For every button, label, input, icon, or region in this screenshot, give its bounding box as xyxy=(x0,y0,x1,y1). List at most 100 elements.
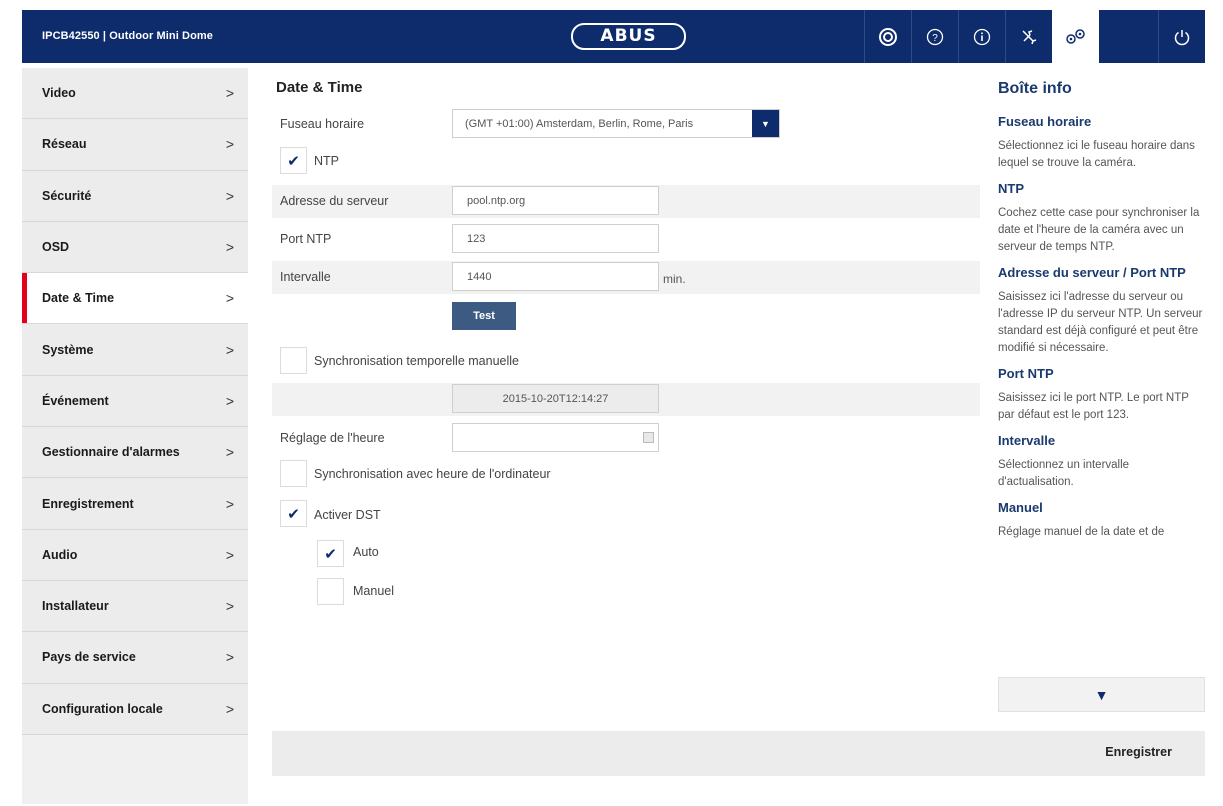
info-heading-interval: Intervalle xyxy=(998,433,1056,448)
ntp-checkbox[interactable]: ✔ xyxy=(280,147,307,174)
port-input[interactable]: 123 xyxy=(452,224,659,253)
dst-manual-label: Manuel xyxy=(353,584,394,598)
chevron-down-icon[interactable]: ▼ xyxy=(752,110,779,137)
save-button[interactable]: Enregistrer xyxy=(1105,745,1172,759)
port-label: Port NTP xyxy=(280,232,332,246)
sidebar-item-label: Video xyxy=(42,86,76,101)
info-title: Boîte info xyxy=(998,80,1072,97)
sidebar-item-label: Date & Time xyxy=(42,291,115,306)
info-heading-ntp: NTP xyxy=(998,181,1024,196)
sidebar-item-enregistrement[interactable]: Enregistrement > xyxy=(22,478,248,530)
info-text-manual: Réglage manuel de la date et de xyxy=(998,526,1165,538)
manual-sync-checkbox[interactable] xyxy=(280,347,307,374)
chevron-right-icon: > xyxy=(225,136,234,153)
sidebar-item-label: Sécurité xyxy=(42,188,92,203)
info-heading-manual: Manuel xyxy=(998,500,1043,515)
chevron-right-icon: > xyxy=(225,187,234,204)
timezone-label: Fuseau horaire xyxy=(280,117,365,131)
ntp-label: NTP xyxy=(314,154,339,168)
sidebar-item-systeme[interactable]: Système > xyxy=(22,324,248,376)
dst-auto-label: Auto xyxy=(353,545,379,559)
interval-input[interactable]: 1440 xyxy=(452,262,659,291)
sidebar-item-securite[interactable]: Sécurité > xyxy=(22,170,248,222)
chevron-right-icon: > xyxy=(225,341,234,358)
dst-auto-checkbox[interactable]: ✔ xyxy=(317,540,344,567)
sidebar-item-label: Pays de service xyxy=(42,650,136,665)
pc-sync-checkbox[interactable] xyxy=(280,460,307,487)
sidebar-item-label: Réseau xyxy=(42,137,87,152)
info-text-interval: Sélectionnez un intervalle d'actualisati… xyxy=(998,459,1130,488)
sidebar-item-label: Événement xyxy=(42,393,109,408)
set-time-input[interactable] xyxy=(452,423,659,452)
info-heading-server: Adresse du serveur / Port NTP xyxy=(998,265,1186,280)
set-time-row: Réglage de l'heure xyxy=(272,422,980,455)
info-text-ntp: Cochez cette case pour synchroniser la d… xyxy=(998,207,1200,253)
server-row: Adresse du serveur pool.ntp.org xyxy=(272,185,980,218)
set-time-label: Réglage de l'heure xyxy=(280,431,385,445)
sidebar-item-label: Enregistrement xyxy=(42,496,134,511)
tools-icon[interactable] xyxy=(1005,10,1052,63)
svg-text:?: ? xyxy=(932,33,938,44)
page-title: Date & Time xyxy=(276,79,363,96)
pc-sync-label: Synchronisation avec heure de l'ordinate… xyxy=(314,467,551,481)
help-icon[interactable]: ? xyxy=(911,10,958,63)
port-row: Port NTP 123 xyxy=(272,223,980,256)
chevron-right-icon: > xyxy=(225,392,234,409)
sidebar-item-label: Installateur xyxy=(42,599,109,614)
power-icon[interactable] xyxy=(1158,10,1205,63)
sidebar-item-pays-service[interactable]: Pays de service > xyxy=(22,632,248,684)
timezone-select[interactable]: (GMT +01:00) Amsterdam, Berlin, Rome, Pa… xyxy=(452,109,780,138)
calendar-icon[interactable] xyxy=(643,432,654,443)
interval-row: Intervalle 1440 min. xyxy=(272,261,980,294)
server-label: Adresse du serveur xyxy=(280,194,389,208)
sidebar-item-label: Système xyxy=(42,342,94,357)
dst-manual-checkbox[interactable] xyxy=(317,578,344,605)
sidebar-item-label: Gestionnaire d'alarmes xyxy=(42,445,180,460)
info-panel: Boîte info Fuseau horaire Sélectionnez i… xyxy=(998,70,1205,712)
abus-logo: ABUS xyxy=(571,23,686,50)
timezone-value: (GMT +01:00) Amsterdam, Berlin, Rome, Pa… xyxy=(465,118,694,130)
device-time-row: 2015-10-20T12:14:27 xyxy=(272,383,980,416)
camera-icon[interactable] xyxy=(864,10,911,63)
sidebar-item-gestionnaire-alarmes[interactable]: Gestionnaire d'alarmes > xyxy=(22,427,248,479)
chevron-right-icon: > xyxy=(225,495,234,512)
info-text-timezone: Sélectionnez ici le fuseau horaire dans … xyxy=(998,140,1195,169)
chevron-right-icon: > xyxy=(225,85,234,102)
test-button[interactable]: Test xyxy=(452,302,516,330)
chevron-right-icon: > xyxy=(225,239,234,256)
sidebar-item-label: Audio xyxy=(42,547,78,562)
sidebar-item-configuration-locale[interactable]: Configuration locale > xyxy=(22,683,248,735)
save-bar: Enregistrer xyxy=(272,731,1205,776)
chevron-down-icon: ▼ xyxy=(1094,686,1109,703)
sidebar-item-reseau[interactable]: Réseau > xyxy=(22,119,248,171)
chevron-right-icon: > xyxy=(225,700,234,717)
sidebar-item-osd[interactable]: OSD > xyxy=(22,221,248,274)
info-icon[interactable] xyxy=(958,10,1005,63)
info-heading-port: Port NTP xyxy=(998,366,1054,381)
info-text-server: Saisissez ici l'adresse du serveur ou l'… xyxy=(998,291,1203,354)
interval-label: Intervalle xyxy=(280,270,331,284)
sidebar-item-installateur[interactable]: Installateur > xyxy=(22,580,248,633)
info-text-port: Saisissez ici le port NTP. Le port NTP p… xyxy=(998,392,1189,421)
info-scroll-down-button[interactable]: ▼ xyxy=(998,677,1205,712)
device-time-field: 2015-10-20T12:14:27 xyxy=(452,384,659,413)
chevron-right-icon: > xyxy=(225,290,234,307)
chevron-right-icon: > xyxy=(225,649,234,666)
sidebar-item-audio[interactable]: Audio > xyxy=(22,529,248,581)
dst-checkbox[interactable]: ✔ xyxy=(280,500,307,527)
settings-icon[interactable] xyxy=(1052,10,1099,63)
server-address-input[interactable]: pool.ntp.org xyxy=(452,186,659,215)
sidebar-item-date-time[interactable]: Date & Time > xyxy=(22,273,248,325)
sidebar-item-evenement[interactable]: Événement > xyxy=(22,375,248,428)
info-heading-timezone: Fuseau horaire xyxy=(998,114,1092,129)
chevron-right-icon: > xyxy=(225,546,234,563)
dst-label: Activer DST xyxy=(314,508,381,522)
sidebar-item-label: Configuration locale xyxy=(42,701,163,716)
interval-unit: min. xyxy=(663,272,686,286)
device-model-label: IPCB42550 | Outdoor Mini Dome xyxy=(42,30,214,42)
chevron-right-icon: > xyxy=(225,598,234,615)
manual-sync-label: Synchronisation temporelle manuelle xyxy=(314,354,519,368)
sidebar-item-video[interactable]: Video > xyxy=(22,68,248,120)
sidebar-nav: Video > Réseau > Sécurité > OSD > Date & Tim… xyxy=(22,68,248,804)
top-header: IPCB42550 | Outdoor Mini Dome ABUS ? xyxy=(22,10,1205,63)
